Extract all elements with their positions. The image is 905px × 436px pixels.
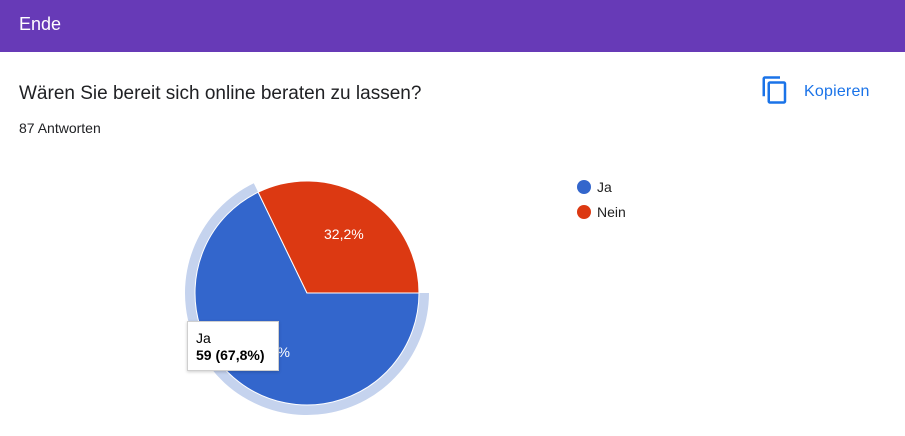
tooltip-label: Ja [196,330,211,346]
legend-item-ja: Ja [577,179,612,195]
legend-marker [577,180,591,194]
legend-marker [577,205,591,219]
chart-tooltip: Ja 59 (67,8%) [187,321,279,371]
legend-item-nein: Nein [577,204,626,220]
pie-chart: 67,8%32,2%JaNein [184,179,626,415]
legend-label: Ja [597,179,612,195]
legend-label: Nein [597,204,626,220]
tooltip-value: 59 (67,8%) [196,347,265,363]
pie-label-nein: 32,2% [324,226,364,242]
